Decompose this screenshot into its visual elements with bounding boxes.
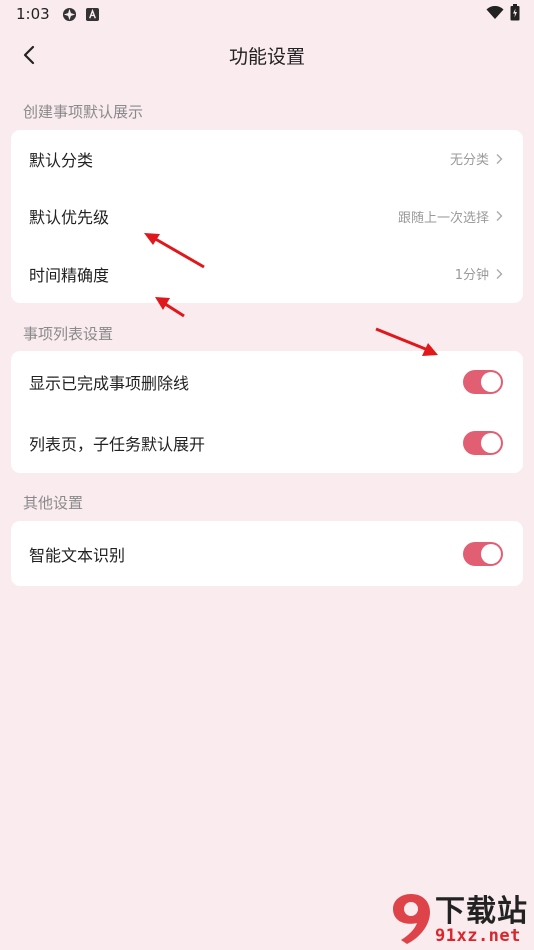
strikethrough-toggle[interactable] (463, 369, 503, 394)
toggle-knob (481, 432, 501, 453)
page-title: 功能设置 (228, 45, 305, 68)
watermark-bottom-text: 91xz.net (435, 926, 521, 947)
row-smart-text-recognition: 智能文本识别 (11, 521, 523, 586)
back-arrow-icon (23, 45, 35, 65)
chevron-right-icon (496, 268, 503, 279)
expand-subtasks-toggle[interactable] (463, 430, 503, 455)
row-time-precision[interactable]: 时间精确度 1分钟 (11, 245, 523, 303)
status-right (486, 3, 520, 25)
back-button[interactable] (14, 40, 44, 70)
status-bar: 1:03 (0, 0, 534, 28)
battery-icon (510, 3, 520, 25)
row-label: 智能文本识别 (29, 545, 126, 565)
app-notification-icon (62, 7, 77, 22)
card-create-defaults: 默认分类 无分类 默认优先级 跟随上一次选择 时间精确度 1分钟 (11, 130, 523, 303)
row-label: 默认分类 (29, 150, 94, 170)
card-list-settings: 显示已完成事项删除线 列表页，子任务默认展开 (11, 351, 523, 473)
row-default-category[interactable]: 默认分类 无分类 (11, 130, 523, 188)
section-title-list-settings: 事项列表设置 (23, 325, 114, 343)
app-a-icon (85, 7, 100, 22)
toggle-knob (481, 371, 501, 392)
section-title-create-defaults: 创建事项默认展示 (23, 103, 144, 121)
row-label: 默认优先级 (29, 208, 110, 228)
chevron-right-icon (496, 211, 503, 222)
row-value: 1分钟 (454, 268, 489, 284)
smart-text-toggle[interactable] (463, 541, 503, 566)
section-title-other-settings: 其他设置 (23, 494, 84, 512)
row-label: 时间精确度 (29, 265, 110, 285)
status-time: 1:03 (16, 5, 50, 23)
row-expand-subtasks: 列表页，子任务默认展开 (11, 412, 523, 473)
row-label: 列表页，子任务默认展开 (29, 434, 206, 454)
row-value: 跟随上一次选择 (397, 210, 489, 226)
row-strikethrough-completed: 显示已完成事项删除线 (11, 351, 523, 412)
chevron-right-icon (496, 153, 503, 164)
row-label: 显示已完成事项删除线 (29, 373, 190, 393)
card-other-settings: 智能文本识别 (11, 521, 523, 586)
wifi-icon (486, 5, 504, 24)
toggle-knob (481, 543, 501, 564)
app-header: 功能设置 (0, 32, 534, 78)
watermark-logo-icon (393, 894, 430, 944)
watermark-top-text: 下载站 (435, 894, 528, 930)
watermark: 下载站 91xz.net (389, 890, 528, 946)
row-default-priority[interactable]: 默认优先级 跟随上一次选择 (11, 188, 523, 246)
row-value: 无分类 (449, 153, 489, 169)
